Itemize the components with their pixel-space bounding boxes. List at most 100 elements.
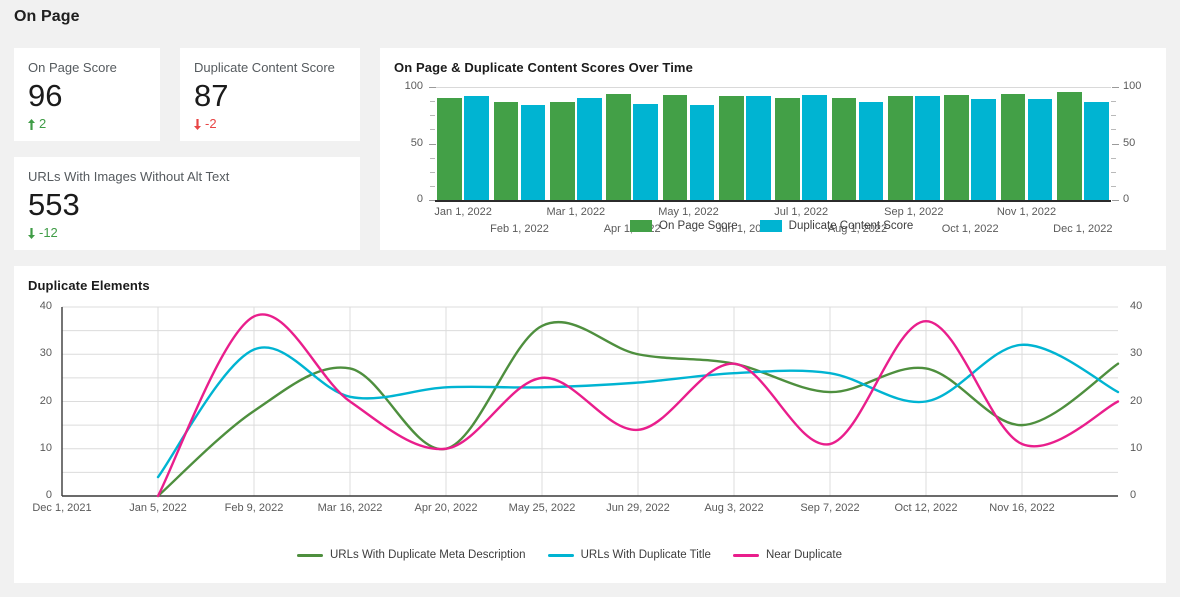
- bar-duplicate-content-score[interactable]: [802, 94, 827, 200]
- kpi-value: 87: [194, 78, 229, 113]
- tick-mark: [1111, 171, 1116, 173]
- tick-mark: [1112, 143, 1119, 145]
- legend-swatch-icon: [630, 220, 652, 232]
- legend-label: Near Duplicate: [765, 549, 843, 561]
- bar-chart-legend: On Page Score Duplicate Content Score: [630, 220, 913, 232]
- bar-duplicate-content-score[interactable]: [520, 105, 546, 200]
- bar-on-page-score[interactable]: [719, 96, 744, 200]
- tick-mark: [1111, 157, 1116, 159]
- bar-duplicate-content-score[interactable]: [1027, 99, 1053, 200]
- bar-on-page-score[interactable]: [944, 94, 969, 200]
- kpi-delta: -12: [28, 225, 346, 241]
- legend-item[interactable]: On Page Score: [630, 220, 738, 232]
- tick-mark: [1111, 129, 1116, 131]
- tick-mark: [430, 171, 435, 173]
- y-axis-label-left: 40: [39, 300, 52, 312]
- bar-duplicate-content-score[interactable]: [858, 101, 884, 200]
- bar-on-page-score[interactable]: [662, 94, 688, 200]
- bar-on-page-score[interactable]: [493, 101, 519, 200]
- line-chart-title: Duplicate Elements: [28, 278, 150, 293]
- y-axis-label-right: 20: [1130, 394, 1143, 407]
- tick-mark: [430, 185, 435, 187]
- y-axis-label-right: 50: [1123, 136, 1136, 149]
- kpi-delta-value: -12: [39, 225, 58, 240]
- bar-on-page-score[interactable]: [437, 98, 462, 200]
- x-axis-label: Apr 20, 2022: [414, 502, 478, 514]
- tick-mark: [1112, 200, 1119, 201]
- bar-on-page-score[interactable]: [1057, 91, 1082, 200]
- y-axis-label-right: 40: [1130, 300, 1143, 312]
- x-axis-label: Jun 29, 2022: [606, 502, 670, 514]
- bar-on-page-score[interactable]: [1000, 93, 1026, 200]
- bar-on-page-score[interactable]: [606, 93, 631, 200]
- bar-duplicate-content-score[interactable]: [915, 96, 940, 200]
- bar-on-page-score[interactable]: [775, 98, 800, 200]
- bar-duplicate-content-score[interactable]: [577, 98, 602, 200]
- legend-line-icon: [297, 553, 323, 557]
- legend-label: Duplicate Content Score: [788, 220, 914, 232]
- bar-duplicate-content-score[interactable]: [689, 105, 715, 200]
- tick-mark: [1111, 101, 1116, 103]
- bar-on-page-score[interactable]: [550, 101, 575, 200]
- x-axis-label: Aug 3, 2022: [704, 502, 764, 514]
- bar-chart-panel: On Page & Duplicate Content Scores Over …: [380, 48, 1166, 250]
- y-axis-label-left: 0: [45, 489, 52, 501]
- x-axis-label: Mar 1, 2022: [546, 206, 606, 218]
- line-chart-panel: Duplicate Elements 0 0 10 10 20 20 30 30 40 40 Dec…: [14, 266, 1166, 583]
- x-axis-label: Feb 1, 2022: [490, 223, 549, 235]
- kpi-label: On Page Score: [28, 60, 117, 75]
- y-axis-label-right: 0: [1123, 193, 1130, 205]
- tick-mark: [429, 143, 436, 145]
- bar-duplicate-content-score[interactable]: [746, 96, 771, 200]
- gridline: [435, 87, 1111, 88]
- x-axis-label: Nov 16, 2022: [989, 502, 1055, 514]
- arrow-down-icon: [28, 227, 35, 239]
- x-axis-label: Jul 1, 2022: [774, 206, 829, 218]
- tick-mark: [430, 101, 435, 103]
- bar-duplicate-content-score[interactable]: [633, 103, 658, 200]
- line-chart-legend: URLs With Duplicate Meta Description URLs…: [297, 549, 842, 561]
- bar-duplicate-content-score[interactable]: [971, 99, 996, 200]
- kpi-delta: 2: [28, 116, 146, 132]
- y-axis-label-right: 100: [1123, 80, 1142, 92]
- bar-duplicate-content-score[interactable]: [1084, 101, 1109, 200]
- legend-item[interactable]: Near Duplicate: [732, 549, 843, 561]
- legend-label: On Page Score: [659, 220, 738, 232]
- x-axis-label: Feb 9, 2022: [224, 502, 284, 514]
- line-chart-plot[interactable]: 0 0 10 10 20 20 30 30 40 40 Dec 1, 2021 Jan 5, 2022…: [14, 293, 1166, 523]
- bar-chart-plot[interactable]: 0 0 50 50 100 100 Jan 1, 2022 Feb 1, 2022 Mar 1,…: [380, 75, 1166, 235]
- bar-on-page-score[interactable]: [831, 98, 857, 200]
- y-axis-label-right: 0: [1130, 489, 1137, 501]
- kpi-card-on-page-score[interactable]: On Page Score 96 2: [14, 48, 160, 141]
- x-axis-label: Dec 1, 2022: [1053, 223, 1113, 235]
- tick-mark: [430, 129, 435, 131]
- kpi-card-duplicate-content-score[interactable]: Duplicate Content Score 87 -2: [180, 48, 360, 141]
- legend-swatch-icon: [759, 220, 782, 232]
- kpi-label: Duplicate Content Score: [194, 60, 335, 75]
- legend-item[interactable]: Duplicate Content Score: [759, 220, 914, 232]
- legend-item[interactable]: URLs With Duplicate Meta Description: [297, 549, 526, 561]
- page-title: On Page: [14, 8, 80, 25]
- bar-duplicate-content-score[interactable]: [464, 96, 489, 200]
- x-axis-label: May 25, 2022: [508, 502, 576, 514]
- x-axis-label: Sep 1, 2022: [884, 206, 944, 218]
- y-axis-label-left: 30: [39, 347, 52, 360]
- x-axis-label: Oct 12, 2022: [894, 502, 958, 514]
- kpi-delta: -2: [194, 116, 346, 132]
- x-axis-line: [435, 200, 1111, 202]
- y-axis-label-left: 10: [39, 441, 52, 454]
- kpi-delta-value: -2: [205, 116, 217, 131]
- x-axis-label: Jan 5, 2022: [129, 502, 187, 514]
- y-axis-label-left: 100: [404, 80, 423, 92]
- legend-line-icon: [732, 553, 759, 557]
- kpi-value: 96: [28, 78, 63, 113]
- legend-label: URLs With Duplicate Meta Description: [330, 549, 526, 561]
- bar-chart-title: On Page & Duplicate Content Scores Over …: [394, 60, 693, 75]
- legend-item[interactable]: URLs With Duplicate Title: [547, 549, 711, 561]
- legend-line-icon: [547, 553, 574, 557]
- kpi-label: URLs With Images Without Alt Text: [28, 169, 230, 184]
- y-axis-label-left: 20: [39, 394, 52, 407]
- kpi-card-urls-with-images-without-alt-text[interactable]: URLs With Images Without Alt Text 553 -1…: [14, 157, 360, 250]
- y-axis-label-right: 30: [1130, 347, 1143, 360]
- bar-on-page-score[interactable]: [888, 96, 913, 200]
